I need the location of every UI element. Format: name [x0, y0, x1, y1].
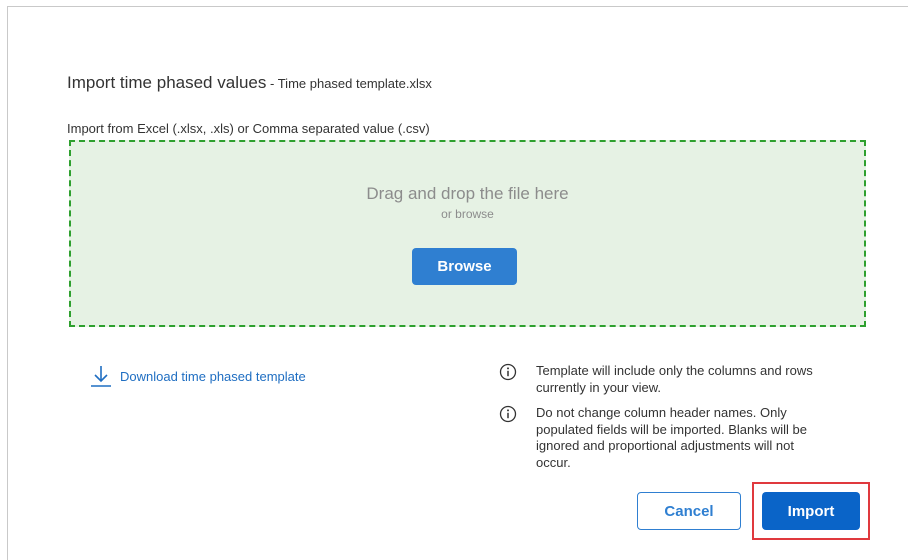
- dialog-title: Import time phased values - Time phased …: [67, 73, 432, 93]
- dropzone-subtitle: or browse: [441, 207, 494, 221]
- dialog-file-name: Time phased template.xlsx: [277, 76, 432, 91]
- dialog-title-separator: -: [266, 76, 278, 91]
- note-text: Do not change column header names. Only …: [536, 405, 807, 470]
- cancel-button[interactable]: Cancel: [637, 492, 741, 530]
- note-header-names: Do not change column header names. Only …: [498, 405, 828, 471]
- file-dropzone[interactable]: Drag and drop the file here or browse Br…: [69, 140, 866, 327]
- import-from-label: Import from Excel (.xlsx, .xls) or Comma…: [67, 121, 430, 136]
- browse-button[interactable]: Browse: [412, 248, 517, 285]
- import-dialog: Import time phased values - Time phased …: [7, 6, 908, 560]
- info-icon: [498, 362, 518, 382]
- note-text: Template will include only the columns a…: [536, 363, 813, 395]
- download-template-label: Download time phased template: [120, 368, 306, 384]
- download-template-link[interactable]: Download time phased template: [90, 364, 306, 388]
- dropzone-title: Drag and drop the file here: [366, 184, 569, 203]
- note-columns-rows: Template will include only the columns a…: [498, 363, 828, 396]
- info-icon: [498, 404, 518, 424]
- import-button[interactable]: Import: [762, 492, 860, 530]
- dialog-title-main: Import time phased values: [67, 73, 267, 92]
- download-icon: [90, 364, 112, 388]
